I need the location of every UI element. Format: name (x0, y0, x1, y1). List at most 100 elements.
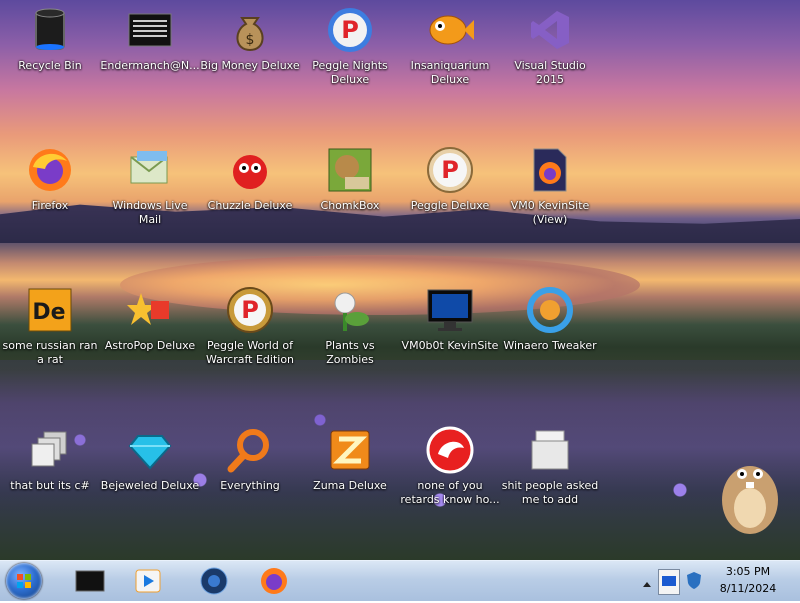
desktop-icon-recycle-bin[interactable]: Recycle Bin (0, 6, 100, 73)
taskbar-clock[interactable]: 3:05 PM 8/11/2024 (708, 563, 788, 599)
desktop-icon-peggle-deluxe[interactable]: P Peggle Deluxe (400, 146, 500, 213)
desktop-icon-chomkbox[interactable]: ChomkBox (300, 146, 400, 213)
desktop-icon-label: some russian ran a rat (2, 339, 98, 366)
svg-text:$: $ (246, 32, 255, 48)
desktop-icon-firefox[interactable]: Firefox (0, 146, 100, 213)
desktop-icon-winaero-tweaker[interactable]: Winaero Tweaker (500, 286, 600, 353)
terminal-icon (126, 6, 174, 54)
desktop-icon-some-russian[interactable]: De some russian ran a rat (0, 286, 100, 367)
monitor-icon (426, 286, 474, 334)
desktop-icon-label: Peggle Deluxe (410, 199, 490, 212)
recycle-bin-icon (26, 6, 74, 54)
fish-icon (426, 6, 474, 54)
desktop-icon-label: Plants vs Zombies (325, 339, 375, 366)
desktop-icon-vm0b0t-kevinsite[interactable]: VM0b0t KevinSite (400, 286, 500, 353)
desktop-icon-label: Winaero Tweaker (503, 339, 597, 352)
taskbar-app-firefox[interactable] (248, 563, 300, 599)
desktop-icon-label: Peggle Nights Deluxe (312, 59, 388, 86)
media-player-icon (135, 569, 161, 593)
desktop-pet-gopher[interactable] (710, 430, 790, 540)
desktop-icon-peggle-wow[interactable]: P Peggle World of Warcraft Edition (200, 286, 300, 367)
winaero-tweaker-icon (526, 286, 574, 334)
svg-text:De: De (32, 300, 65, 325)
peggle-icon: P (426, 146, 474, 194)
tray-security-icon[interactable] (684, 570, 704, 590)
desktop-icon-label: Big Money Deluxe (200, 59, 300, 72)
tray-overflow-arrow[interactable] (642, 575, 652, 587)
folder-icon (526, 426, 574, 474)
chomkbox-icon (326, 146, 374, 194)
astropop-icon (126, 286, 174, 334)
firefox-icon (26, 146, 74, 194)
desktop-icon-zuma[interactable]: Zuma Deluxe (300, 426, 400, 493)
network-icon (662, 576, 676, 586)
peggle-nights-icon: P (326, 6, 374, 54)
desktop-icon-none-of-you[interactable]: none of you retards know ho... (400, 426, 500, 507)
desktop-icon-windows-live-mail[interactable]: Windows Live Mail (100, 146, 200, 227)
desktop-icon-label: that but its c# (10, 479, 90, 492)
windows-logo-icon (17, 574, 31, 588)
desktop-icon-big-money[interactable]: $ Big Money Deluxe (200, 6, 300, 73)
desktop-icon-label: AstroPop Deluxe (104, 339, 196, 352)
desktop-icon-astropop[interactable]: AstroPop Deluxe (100, 286, 200, 353)
firefox-file-icon (526, 146, 574, 194)
de-icon: De (26, 286, 74, 334)
desktop-icon-label: VM0 KevinSite (View) (510, 199, 590, 226)
desktop-icon-label: shit people asked me to add (501, 479, 599, 506)
magnifier-icon (226, 426, 274, 474)
mail-icon (126, 146, 174, 194)
chuzzle-icon (226, 146, 274, 194)
desktop-icon-label: Visual Studio 2015 (514, 59, 586, 86)
desktop-icon-that-but-its-csharp[interactable]: that but its c# (0, 426, 100, 493)
desktop-icon-label: Chuzzle Deluxe (207, 199, 293, 212)
desktop-icon-label: none of you retards know ho... (400, 479, 500, 506)
start-button[interactable] (6, 563, 42, 599)
svg-text:P: P (241, 296, 259, 324)
clock-time: 3:05 PM (725, 565, 771, 578)
desktop-icon-label: Zuma Deluxe (313, 479, 387, 492)
svg-text:P: P (341, 16, 359, 44)
globe-icon (200, 567, 228, 595)
money-bag-icon: $ (226, 6, 274, 54)
chevron-up-icon (643, 582, 651, 587)
desktop-icon-label: Insaniquarium Deluxe (410, 59, 490, 86)
desktop[interactable]: Recycle Bin Endermanch@N... $ Big Money … (0, 0, 800, 560)
desktop-icon-insaniquarium[interactable]: Insaniquarium Deluxe (400, 6, 500, 87)
system-tray: 3:05 PM 8/11/2024 (640, 561, 800, 601)
desktop-icon-everything[interactable]: Everything (200, 426, 300, 493)
desktop-icon-peggle-nights[interactable]: P Peggle Nights Deluxe (300, 6, 400, 87)
desktop-icon-endermanch[interactable]: Endermanch@N... (100, 6, 200, 73)
desktop-icon-label: Endermanch@N... (100, 59, 200, 72)
desktop-icon-bejeweled[interactable]: Bejeweled Deluxe (100, 426, 200, 493)
desktop-icon-label: Recycle Bin (18, 59, 82, 72)
desktop-icon-chuzzle[interactable]: Chuzzle Deluxe (200, 146, 300, 213)
desktop-icon-label: Everything (220, 479, 280, 492)
taskbar-app-globe[interactable] (188, 563, 240, 599)
gem-icon (126, 426, 174, 474)
visual-studio-icon (526, 6, 574, 54)
shield-icon (687, 572, 701, 589)
desktop-icon-label: ChomkBox (320, 199, 380, 212)
red-round-icon (426, 426, 474, 474)
svg-text:P: P (441, 156, 459, 184)
clock-date: 8/11/2024 (719, 582, 777, 595)
firefox-icon (261, 568, 287, 594)
desktop-icon-label: VM0b0t KevinSite (401, 339, 499, 352)
desktop-icon-visual-studio[interactable]: Visual Studio 2015 (500, 6, 600, 87)
desktop-icon-shit-people-asked[interactable]: shit people asked me to add (500, 426, 600, 507)
desktop-icon-label: Peggle World of Warcraft Edition (205, 339, 295, 366)
zuma-icon (326, 426, 374, 474)
desktop-icon-plants-vs-zombies[interactable]: Plants vs Zombies (300, 286, 400, 367)
desktop-icon-vm0-kevinsite-view[interactable]: VM0 KevinSite (View) (500, 146, 600, 227)
tray-network-icon[interactable] (658, 569, 680, 595)
peggle-wow-icon: P (226, 286, 274, 334)
windows-shortcut-icon (26, 426, 74, 474)
taskbar: 3:05 PM 8/11/2024 (0, 560, 800, 601)
terminal-icon (75, 570, 105, 592)
plants-vs-zombies-icon (326, 286, 374, 334)
taskbar-app-media-player[interactable] (122, 563, 174, 599)
desktop-icon-label: Firefox (31, 199, 69, 212)
taskbar-app-terminal[interactable] (64, 563, 116, 599)
desktop-icon-label: Windows Live Mail (112, 199, 188, 226)
desktop-icon-label: Bejeweled Deluxe (100, 479, 200, 492)
